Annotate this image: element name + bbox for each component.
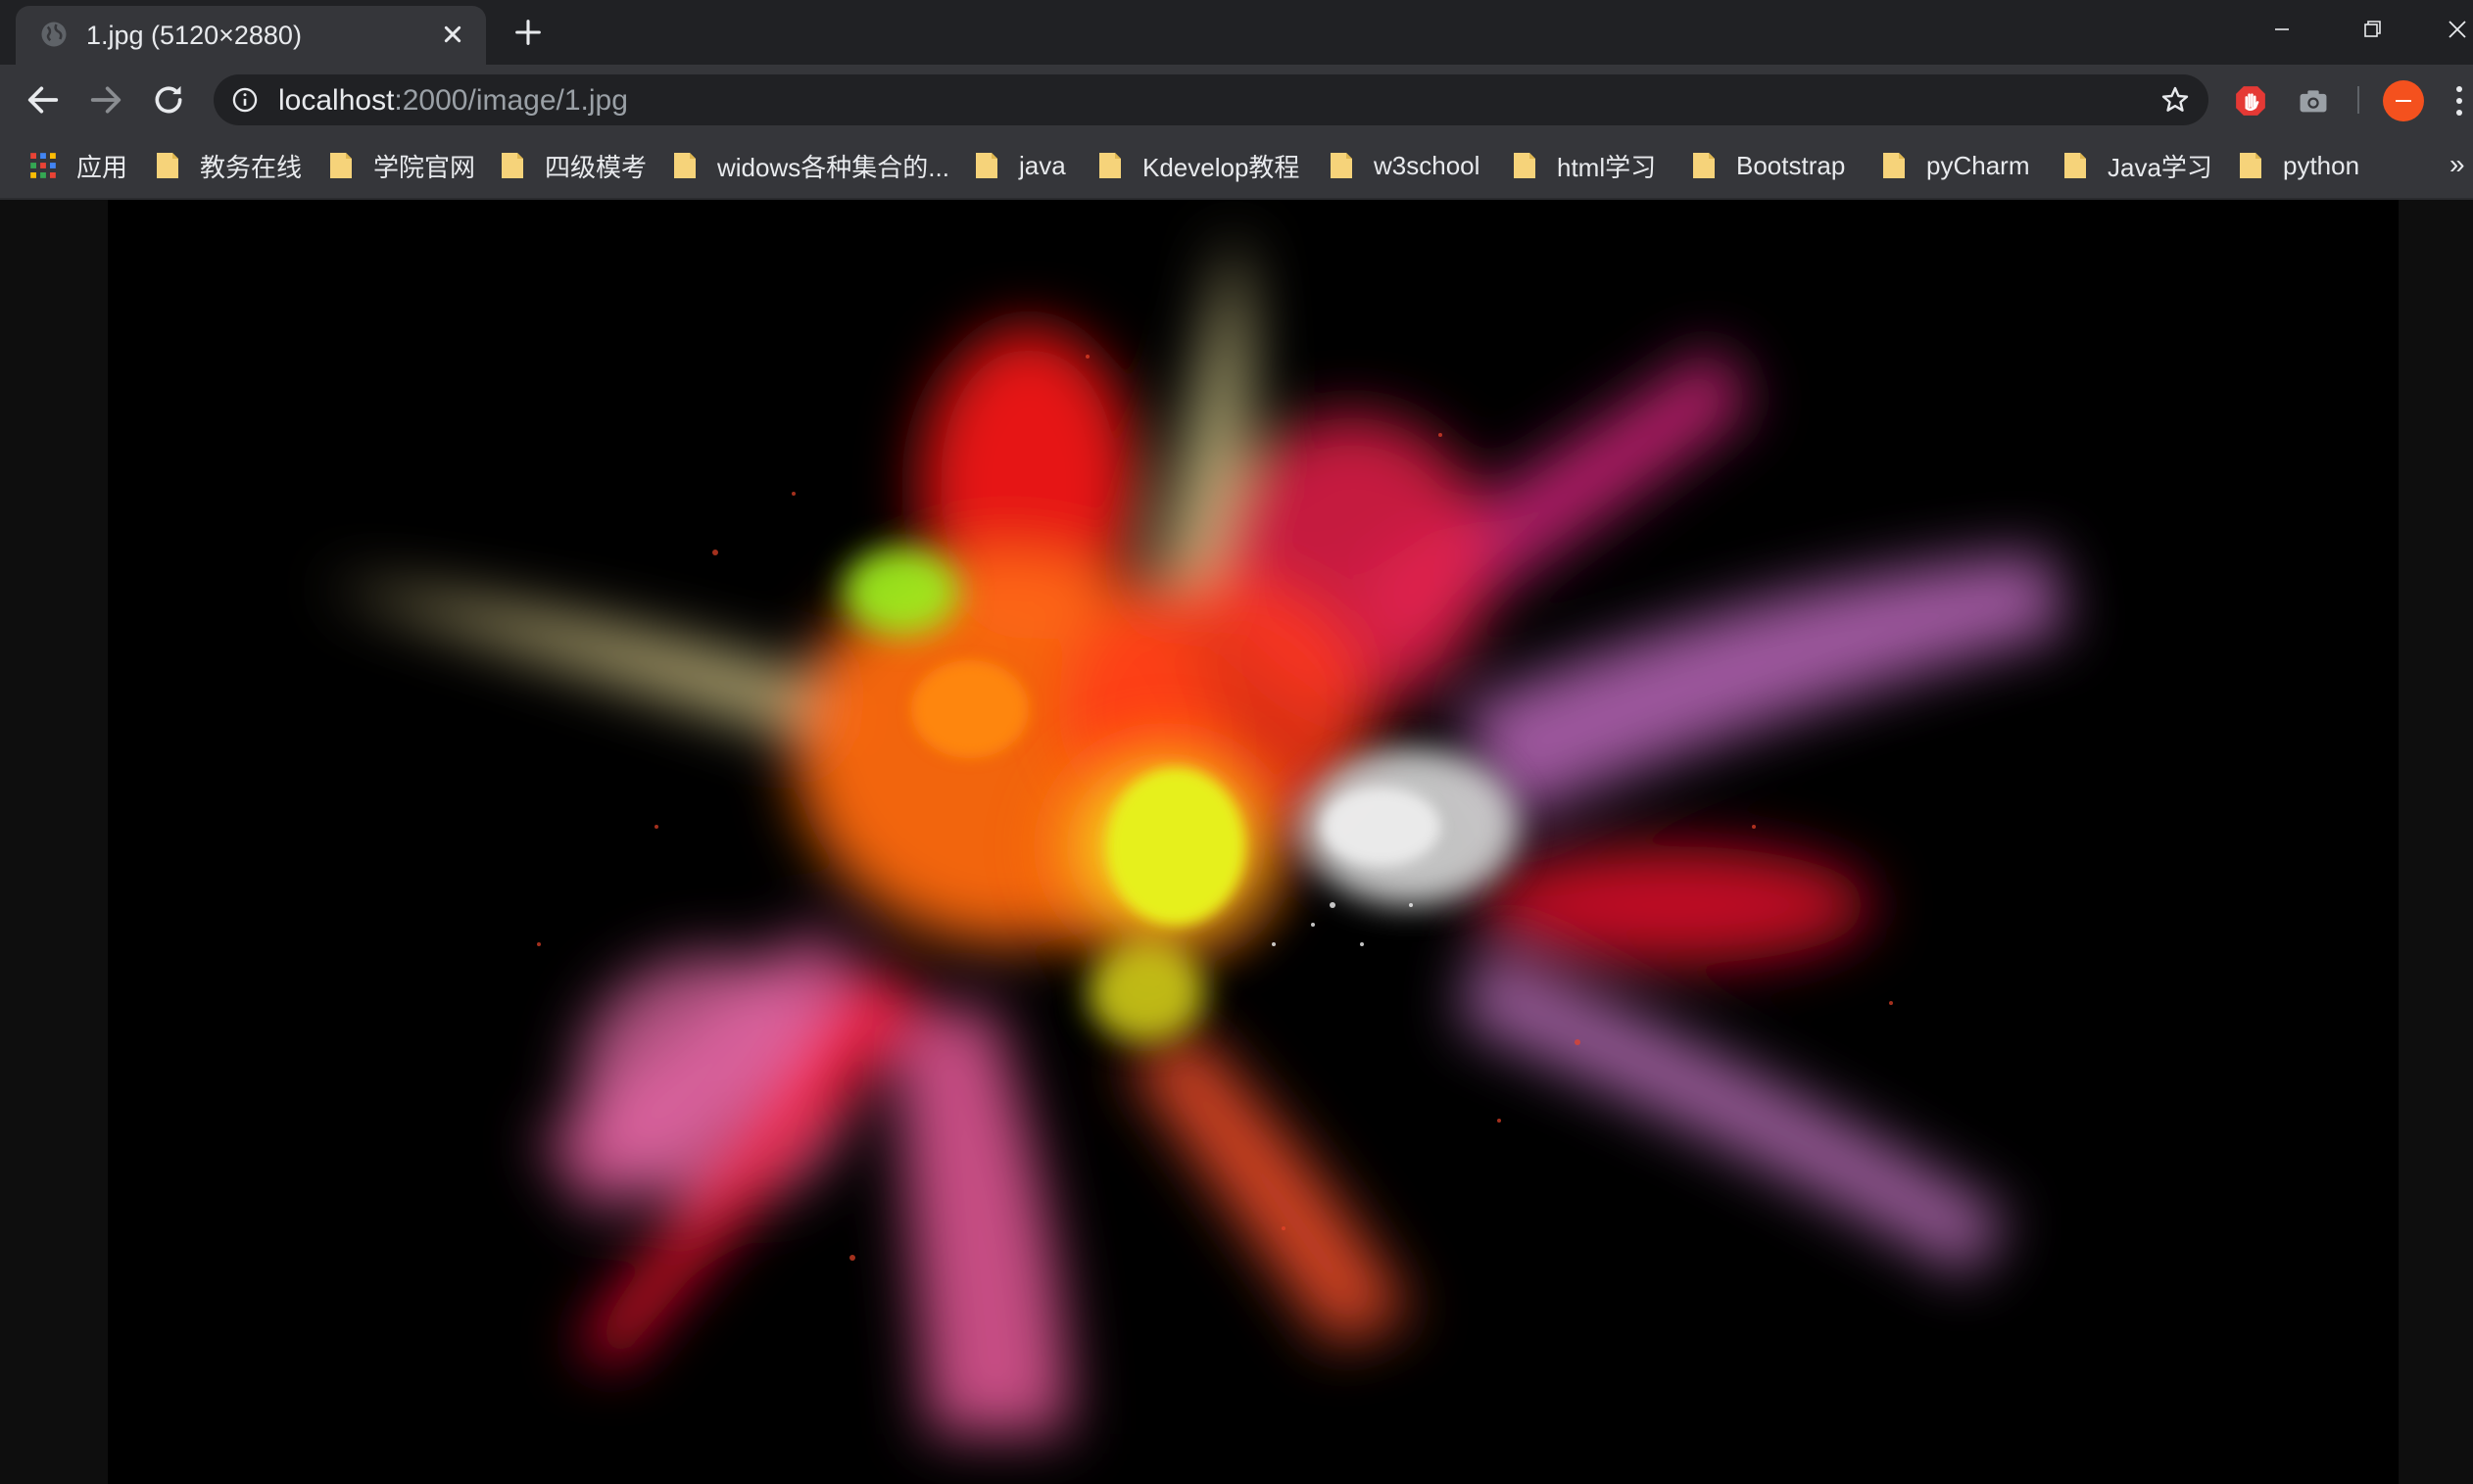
star-icon[interactable] <box>2159 84 2191 116</box>
folder-icon <box>157 153 178 178</box>
bookmark-folder[interactable]: 四级模考 <box>500 147 647 184</box>
bookmark-folder[interactable]: 教务在线 <box>155 147 302 184</box>
folder-icon <box>1331 153 1352 178</box>
apps-grid-icon <box>30 153 56 178</box>
bookmark-label: 学院官网 <box>373 152 476 182</box>
bookmark-label: 应用 <box>76 152 128 182</box>
bookmark-label: java <box>1019 150 1066 180</box>
folder-icon <box>330 153 352 178</box>
tab-strip: 1.jpg (5120×2880) <box>0 0 2473 65</box>
image-viewer <box>0 200 2473 1484</box>
bookmarks-overflow-button[interactable]: » <box>2449 149 2465 180</box>
bookmark-folder[interactable]: pyCharm <box>1881 147 2029 184</box>
folder-icon <box>2240 153 2261 178</box>
folder-icon <box>674 153 696 178</box>
bookmark-folder[interactable]: html学习 <box>1512 147 1656 184</box>
bookmark-folder[interactable]: 学院官网 <box>328 147 475 184</box>
bookmark-folder[interactable]: java <box>974 147 1066 184</box>
folder-icon <box>1099 153 1121 178</box>
bookmark-folder[interactable]: Bootstrap <box>1691 147 1845 184</box>
active-tab[interactable]: 1.jpg (5120×2880) <box>16 6 486 65</box>
reload-icon[interactable] <box>149 80 188 120</box>
bookmark-apps[interactable]: 应用 <box>29 147 127 184</box>
bookmark-label: 教务在线 <box>200 152 303 182</box>
plus-icon[interactable] <box>511 16 545 49</box>
bookmark-folder[interactable]: widows各种集合的... <box>672 147 949 184</box>
camera-icon[interactable] <box>2297 84 2330 118</box>
bookmark-label: w3school <box>1374 150 1480 180</box>
displayed-image[interactable] <box>108 200 2399 1484</box>
stop-hand-icon[interactable] <box>2234 84 2267 118</box>
toolbar-divider <box>2357 86 2359 114</box>
bookmark-folder[interactable]: Java学习 <box>2062 147 2212 184</box>
folder-icon <box>1514 153 1535 178</box>
globe-icon <box>41 22 67 47</box>
address-bar[interactable]: localhost:2000/image/1.jpg <box>214 74 2208 125</box>
folder-icon <box>1883 153 1905 178</box>
avatar[interactable] <box>2383 80 2424 121</box>
url-text[interactable]: localhost:2000/image/1.jpg <box>278 84 628 118</box>
bookmark-label: python <box>2283 150 2360 180</box>
toolbar: localhost:2000/image/1.jpg <box>0 65 2473 133</box>
folder-icon <box>1693 153 1715 178</box>
folder-icon <box>2064 153 2086 178</box>
bookmark-label: pyCharm <box>1926 150 2030 180</box>
bookmark-label: Java学习 <box>2108 152 2212 182</box>
bookmark-label: html学习 <box>1557 152 1657 182</box>
url-path: :2000/image/1.jpg <box>394 84 628 117</box>
info-icon[interactable] <box>231 86 259 114</box>
bookmark-folder[interactable]: python <box>2238 147 2359 184</box>
bookmark-label: widows各种集合的... <box>717 152 949 182</box>
bookmarks-bar: 应用 教务在线 学院官网 四级模考 widows各种集合的... java Kd… <box>0 133 2473 200</box>
arrow-right-icon[interactable] <box>86 80 125 120</box>
bookmark-folder[interactable]: Kdevelop教程 <box>1097 147 1299 184</box>
restore-icon[interactable] <box>2350 10 2395 49</box>
window-close-icon[interactable] <box>2436 10 2473 49</box>
color-powder-explosion-image <box>108 200 2399 1484</box>
minimize-icon[interactable] <box>2259 10 2304 49</box>
arrow-left-icon[interactable] <box>24 80 63 120</box>
tab-title: 1.jpg (5120×2880) <box>86 21 302 50</box>
folder-icon <box>976 153 997 178</box>
url-host: localhost <box>278 84 395 117</box>
more-vert-icon[interactable] <box>2449 82 2469 120</box>
close-icon[interactable] <box>437 19 468 50</box>
folder-icon <box>502 153 523 178</box>
bookmark-label: Kdevelop教程 <box>1142 152 1300 182</box>
bookmark-label: 四级模考 <box>545 152 648 182</box>
bookmark-label: Bootstrap <box>1736 150 1846 180</box>
bookmark-folder[interactable]: w3school <box>1329 147 1479 184</box>
